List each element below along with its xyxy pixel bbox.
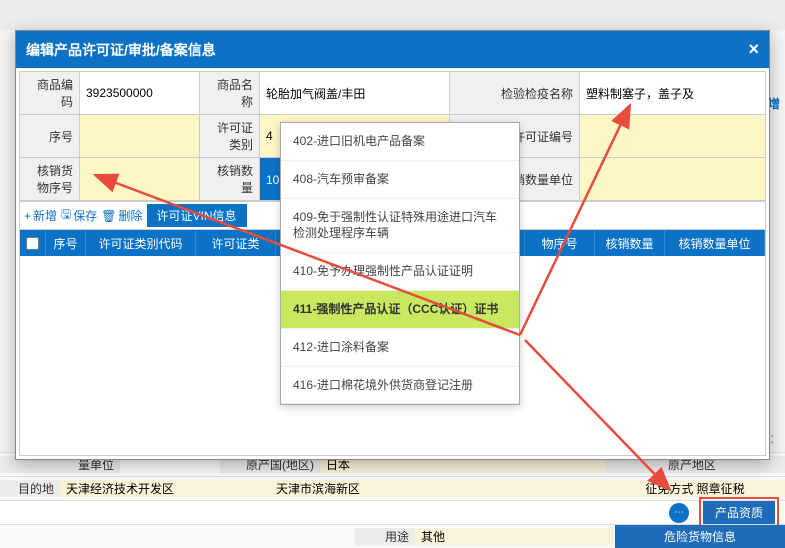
dest-label: 目的地 bbox=[0, 480, 60, 497]
th-writeoff-qty-unit: 核销数量单位 bbox=[665, 230, 765, 256]
license-type-dropdown: 402-进口旧机电产品备案 408-汽车预审备案 409-免于强制性认证特殊用途… bbox=[280, 122, 520, 405]
writeoff-seq-input[interactable] bbox=[80, 158, 200, 201]
close-icon[interactable]: × bbox=[748, 39, 759, 60]
th-type-code: 许可证类别代码 bbox=[86, 230, 196, 256]
delete-button[interactable]: 🗑 删除 bbox=[101, 207, 142, 224]
th-seq: 序号 bbox=[46, 230, 86, 256]
dropdown-item[interactable]: 408-汽车预审备案 bbox=[281, 161, 519, 199]
license-no-input[interactable] bbox=[580, 115, 766, 158]
seq-input[interactable] bbox=[80, 115, 200, 158]
goods-code-label: 商品编码 bbox=[20, 72, 80, 115]
save-button[interactable]: 🖫 保存 bbox=[61, 205, 97, 226]
use-label: 用途 bbox=[355, 528, 415, 545]
dropdown-item[interactable]: 409-免于强制性认证特殊用途进口汽车检测处理程序车辆 bbox=[281, 199, 519, 254]
plus-icon: + bbox=[24, 209, 31, 223]
dropdown-item[interactable]: 410-免予办理强制性产品认证证明 bbox=[281, 253, 519, 291]
dropdown-item-highlighted[interactable]: 411-强制性产品认证（CCC认证）证书 bbox=[281, 291, 519, 329]
danger-info-button[interactable]: 危险货物信息 bbox=[615, 525, 785, 548]
th-type: 许可证类 bbox=[196, 230, 276, 256]
dropdown-item[interactable]: 402-进口旧机电产品备案 bbox=[281, 123, 519, 161]
license-type-label: 许可证类别 bbox=[200, 115, 260, 158]
select-all-checkbox[interactable] bbox=[26, 237, 39, 250]
writeoff-qty-label: 核销数量 bbox=[200, 158, 260, 201]
tax-method-value: 照章征税 bbox=[697, 482, 745, 496]
writeoff-seq-label: 核销货物序号 bbox=[20, 158, 80, 201]
modal-header: 编辑产品许可证/审批/备案信息 × bbox=[16, 31, 769, 68]
use-value: 其他 bbox=[415, 528, 615, 545]
th-writeoff-seq: 物序号 bbox=[525, 230, 595, 256]
vin-tab[interactable]: 许可证VIN信息 bbox=[147, 204, 247, 227]
dest-city-value: 天津市滨海新区 bbox=[270, 480, 605, 497]
inspection-name-label: 检验检疫名称 bbox=[450, 72, 580, 115]
goods-code-value: 3923500000 bbox=[80, 72, 200, 115]
add-button[interactable]: + +新增新增 bbox=[24, 207, 57, 224]
dest-value: 天津经济技术开发区 bbox=[60, 480, 270, 497]
save-icon: 🖫 bbox=[61, 205, 71, 226]
inspection-name-value: 塑料制塞子，盖子及 bbox=[580, 72, 766, 115]
tax-method-label: 征免方式 bbox=[645, 482, 693, 496]
th-writeoff-qty: 核销数量 bbox=[595, 230, 665, 256]
trash-icon: 🗑 bbox=[101, 209, 116, 223]
goods-name-value: 轮胎加气阀盖/丰田 bbox=[260, 72, 450, 115]
dropdown-item[interactable]: 416-进口棉花境外供货商登记注册 bbox=[281, 367, 519, 405]
seq-label: 序号 bbox=[20, 115, 80, 158]
product-qual-button[interactable]: 产品资质 bbox=[703, 501, 775, 524]
goods-name-label: 商品名称 bbox=[200, 72, 260, 115]
expand-icon[interactable]: ⋯ bbox=[669, 503, 689, 523]
writeoff-qty-unit-input[interactable] bbox=[580, 158, 766, 201]
modal-title: 编辑产品许可证/审批/备案信息 bbox=[26, 40, 216, 60]
dropdown-item[interactable]: 412-进口涂料备案 bbox=[281, 329, 519, 367]
